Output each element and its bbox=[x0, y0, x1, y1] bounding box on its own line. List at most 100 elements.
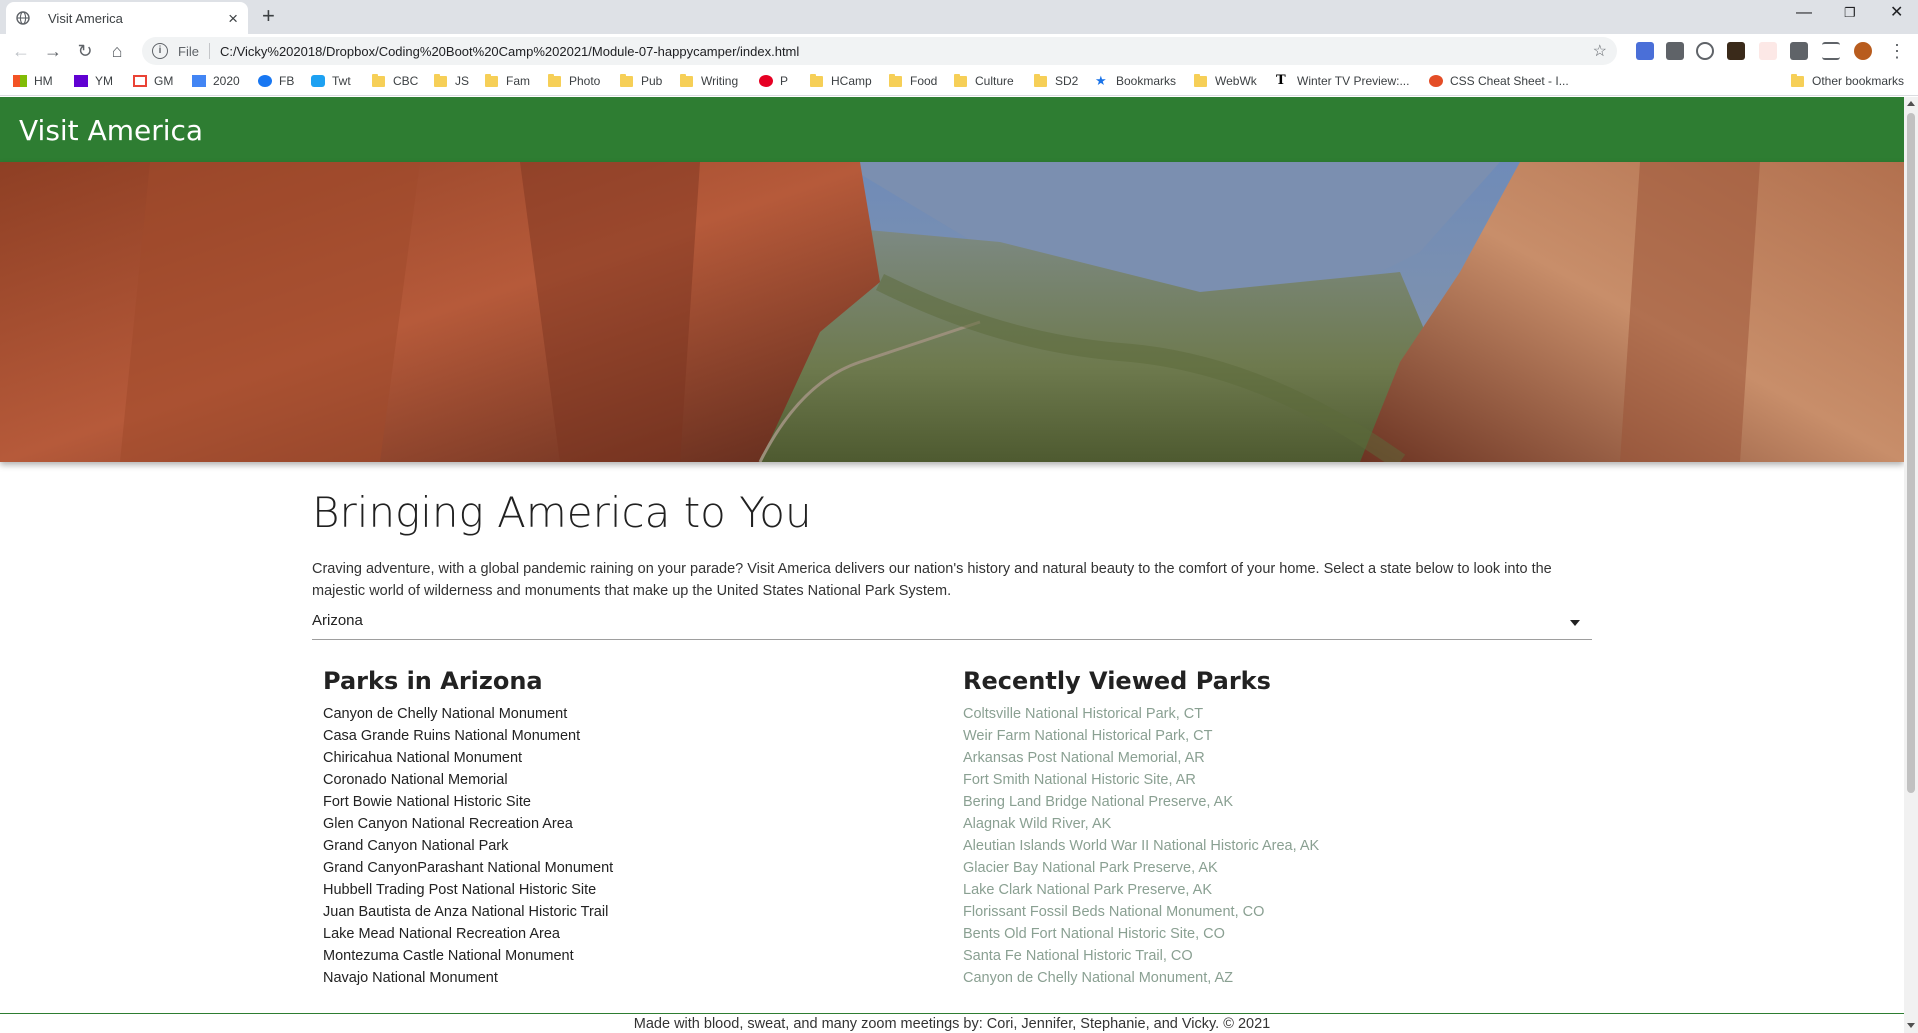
extension-icon[interactable] bbox=[1727, 42, 1745, 60]
address-scheme: File bbox=[178, 43, 199, 59]
restore-icon[interactable]: ❐ bbox=[1844, 3, 1856, 23]
site-header: Visit America bbox=[0, 97, 1904, 162]
bookmark-item[interactable]: HM bbox=[13, 74, 53, 88]
reload-icon[interactable]: ↻ bbox=[74, 40, 96, 62]
tab-strip: Visit America × + — ❐ ✕ bbox=[0, 0, 1918, 34]
back-icon[interactable]: ← bbox=[10, 40, 32, 62]
bookmark-star-icon[interactable]: ☆ bbox=[1593, 41, 1607, 61]
recent-park-link[interactable]: Arkansas Post National Memorial, AR bbox=[963, 747, 1319, 769]
bookmark-item[interactable]: GM bbox=[133, 74, 173, 88]
folder-icon bbox=[889, 73, 902, 87]
url-text[interactable]: C:/Vicky%202018/Dropbox/Coding%20Boot%20… bbox=[220, 44, 1593, 59]
park-item[interactable]: Navajo National Monument bbox=[323, 967, 613, 989]
recent-park-link[interactable]: Florissant Fossil Beds National Monument… bbox=[963, 901, 1319, 923]
gmail-icon bbox=[133, 75, 147, 87]
scroll-down-icon[interactable] bbox=[1907, 1023, 1915, 1028]
browser-tab[interactable]: Visit America × bbox=[6, 2, 248, 34]
avatar[interactable] bbox=[1854, 42, 1872, 60]
recent-park-link[interactable]: Canyon de Chelly National Monument, AZ bbox=[963, 967, 1319, 989]
bookmark-item[interactable]: Twt bbox=[311, 74, 351, 88]
park-item[interactable]: Casa Grande Ruins National Monument bbox=[323, 725, 613, 747]
bookmark-item[interactable]: CBC bbox=[372, 73, 418, 88]
recent-park-link[interactable]: Alagnak Wild River, AK bbox=[963, 813, 1319, 835]
extension-icon[interactable] bbox=[1636, 42, 1654, 60]
page-headline: Bringing America to You bbox=[312, 488, 812, 537]
recent-park-link[interactable]: Bering Land Bridge National Preserve, AK bbox=[963, 791, 1319, 813]
close-tab-icon[interactable]: × bbox=[228, 10, 238, 27]
home-icon[interactable]: ⌂ bbox=[106, 40, 128, 62]
bookmark-item[interactable]: SD2 bbox=[1034, 73, 1078, 88]
mail-icon bbox=[74, 75, 88, 87]
bookmark-item[interactable]: T Winter TV Preview:... bbox=[1276, 74, 1409, 88]
extension-icon[interactable] bbox=[1666, 42, 1684, 60]
minimize-icon[interactable]: — bbox=[1796, 3, 1812, 23]
recent-park-link[interactable]: Weir Farm National Historical Park, CT bbox=[963, 725, 1319, 747]
park-item[interactable]: Fort Bowie National Historic Site bbox=[323, 791, 613, 813]
bookmark-item[interactable]: YM bbox=[74, 74, 113, 88]
bookmark-item[interactable]: Pub bbox=[620, 73, 662, 88]
scroll-up-icon[interactable] bbox=[1907, 101, 1915, 106]
bookmark-item[interactable]: 2020 bbox=[192, 74, 240, 88]
folder-icon bbox=[434, 73, 447, 87]
new-tab-icon[interactable]: + bbox=[262, 5, 275, 27]
browser-toolbar: ← → ↻ ⌂ i File C:/Vicky%202018/Dropbox/C… bbox=[0, 34, 1918, 68]
bookmark-item[interactable]: Fam bbox=[485, 73, 530, 88]
puzzle-icon[interactable] bbox=[1790, 42, 1808, 60]
pinterest-icon bbox=[759, 75, 773, 87]
address-bar[interactable]: i File C:/Vicky%202018/Dropbox/Coding%20… bbox=[142, 37, 1617, 65]
recent-park-link[interactable]: Fort Smith National Historic Site, AR bbox=[963, 769, 1319, 791]
menu-kebab-icon[interactable]: ⋮ bbox=[1886, 40, 1908, 62]
recent-park-link[interactable]: Glacier Bay National Park Preserve, AK bbox=[963, 857, 1319, 879]
bookmark-item[interactable]: ★ Bookmarks bbox=[1095, 74, 1176, 88]
park-item[interactable]: Canyon de Chelly National Monument bbox=[323, 703, 613, 725]
star-icon: ★ bbox=[1095, 73, 1107, 88]
recent-park-link[interactable]: Aleutian Islands World War II National H… bbox=[963, 835, 1319, 857]
pinterest-extension-icon[interactable] bbox=[1696, 42, 1714, 60]
park-item[interactable]: Coronado National Memorial bbox=[323, 769, 613, 791]
site-title[interactable]: Visit America bbox=[19, 114, 203, 147]
forward-icon[interactable]: → bbox=[42, 40, 64, 62]
recent-park-link[interactable]: Bents Old Fort National Historic Site, C… bbox=[963, 923, 1319, 945]
page-scrollbar[interactable] bbox=[1904, 97, 1918, 1033]
bookmark-item[interactable]: WebWk bbox=[1194, 73, 1257, 88]
park-item[interactable]: Lake Mead National Recreation Area bbox=[323, 923, 613, 945]
park-item[interactable]: Grand Canyon National Park bbox=[323, 835, 613, 857]
microsoft-icon bbox=[13, 75, 27, 87]
park-item[interactable]: Juan Bautista de Anza National Historic … bbox=[323, 901, 613, 923]
bookmark-item[interactable]: Food bbox=[889, 73, 937, 88]
twitter-icon bbox=[311, 75, 325, 87]
scrollbar-thumb[interactable] bbox=[1907, 113, 1915, 793]
bookmark-item[interactable]: Photo bbox=[548, 73, 600, 88]
css-tricks-icon bbox=[1429, 75, 1443, 87]
recent-park-link[interactable]: Coltsville National Historical Park, CT bbox=[963, 703, 1319, 725]
bookmark-item[interactable]: JS bbox=[434, 73, 469, 88]
info-icon[interactable]: i bbox=[152, 43, 168, 59]
state-select-value: Arizona bbox=[312, 612, 363, 629]
extension-icon[interactable] bbox=[1759, 42, 1777, 60]
recent-park-link[interactable]: Santa Fe National Historic Trail, CO bbox=[963, 945, 1319, 967]
folder-icon bbox=[372, 73, 385, 87]
park-item[interactable]: Montezuma Castle National Monument bbox=[323, 945, 613, 967]
site-footer: Made with blood, sweat, and many zoom me… bbox=[0, 1013, 1904, 1033]
park-item[interactable]: Grand CanyonParashant National Monument bbox=[323, 857, 613, 879]
park-item[interactable]: Chiricahua National Monument bbox=[323, 747, 613, 769]
recent-parks-heading: Recently Viewed Parks bbox=[963, 667, 1271, 695]
reading-list-icon[interactable] bbox=[1822, 42, 1840, 60]
bookmark-item[interactable]: FB bbox=[258, 74, 294, 88]
parks-list: Canyon de Chelly National Monument Casa … bbox=[323, 703, 613, 989]
bookmark-item[interactable]: HCamp bbox=[810, 73, 872, 88]
park-item[interactable]: Glen Canyon National Recreation Area bbox=[323, 813, 613, 835]
folder-icon bbox=[954, 73, 967, 87]
bookmark-item[interactable]: Writing bbox=[680, 73, 738, 88]
bookmark-item[interactable]: P bbox=[759, 74, 788, 88]
bookmark-item[interactable]: CSS Cheat Sheet - I... bbox=[1429, 74, 1569, 88]
recent-park-link[interactable]: Lake Clark National Park Preserve, AK bbox=[963, 879, 1319, 901]
bookmark-item[interactable]: Culture bbox=[954, 73, 1014, 88]
bookmark-item[interactable]: Other bookmarks bbox=[1791, 73, 1904, 88]
park-item[interactable]: Hubbell Trading Post National Historic S… bbox=[323, 879, 613, 901]
state-select[interactable]: Arizona bbox=[312, 608, 1592, 640]
folder-icon bbox=[1791, 73, 1804, 87]
calendar-icon bbox=[192, 75, 206, 87]
close-window-icon[interactable]: ✕ bbox=[1890, 3, 1903, 23]
address-divider bbox=[208, 43, 210, 59]
